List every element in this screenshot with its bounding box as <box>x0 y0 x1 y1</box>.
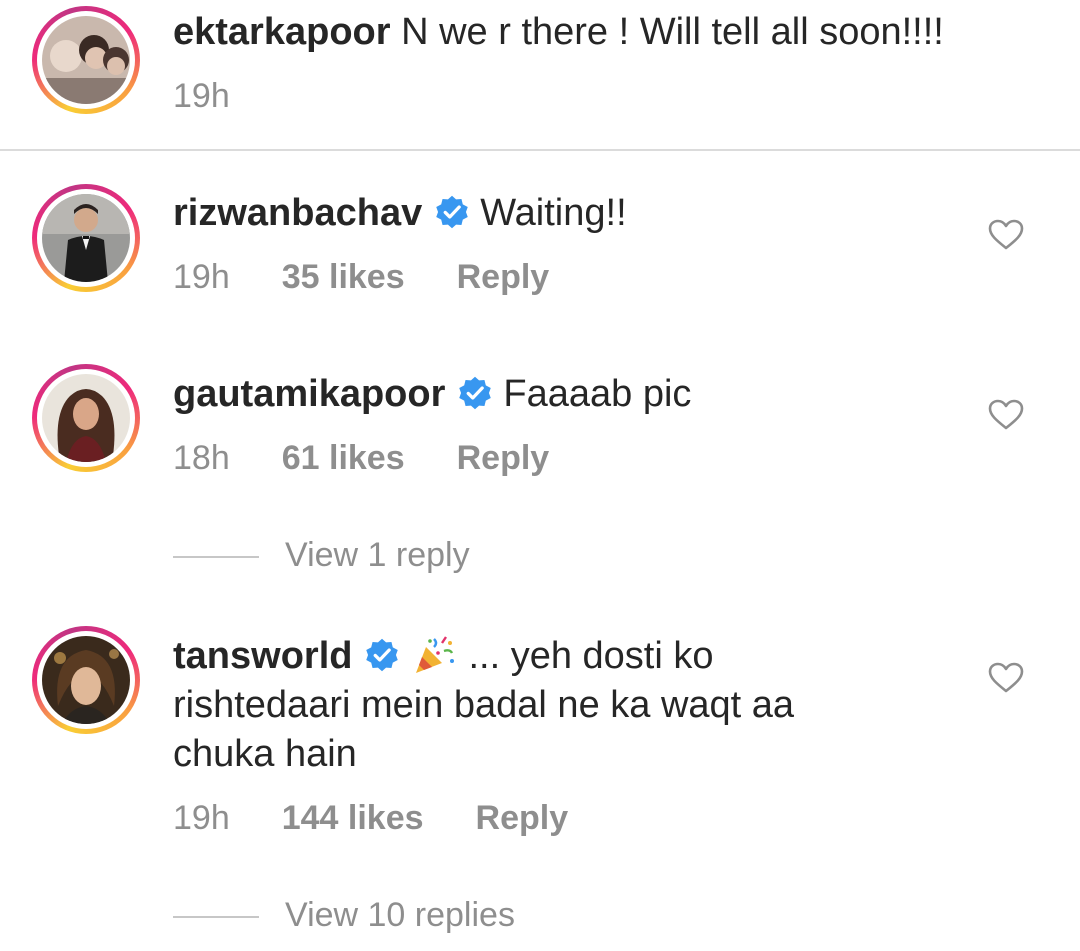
caption-text-line: ektarkapoor N we r there ! Will tell all… <box>173 9 944 55</box>
party-popper-icon <box>416 636 455 673</box>
comment-meta: 19h 144 likes Reply <box>173 798 568 838</box>
reply-button[interactable]: Reply <box>476 798 569 838</box>
comment-meta: 18h 61 likes Reply <box>173 438 549 478</box>
verified-badge-icon <box>366 638 399 672</box>
comment-meta: 19h 35 likes Reply <box>173 257 549 297</box>
likes-count[interactable]: 35 likes <box>282 257 405 297</box>
likes-count[interactable]: 61 likes <box>282 438 405 478</box>
avatar-photo-icon <box>42 374 130 462</box>
view-replies-line <box>173 556 259 559</box>
verified-badge-icon <box>459 376 492 410</box>
comment-avatar[interactable] <box>32 184 140 292</box>
view-replies-label: View 1 reply <box>285 536 470 574</box>
caption-text: N we r there ! Will tell all soon!!!! <box>401 11 944 53</box>
caption-avatar[interactable] <box>32 6 140 114</box>
caption-meta: 19h <box>173 76 230 116</box>
comment-time: 18h <box>173 439 230 477</box>
comment-text-line: gautamikapoor Faaaab pic <box>173 371 691 417</box>
avatar-photo-icon <box>42 16 130 104</box>
comment-username[interactable]: rizwanbachav <box>173 192 422 234</box>
comment-time: 19h <box>173 799 230 837</box>
avatar-photo-icon <box>42 194 130 282</box>
reply-button[interactable]: Reply <box>457 438 550 478</box>
comment-avatar[interactable] <box>32 626 140 734</box>
comment-time: 19h <box>173 258 230 296</box>
verified-badge-icon <box>436 195 468 229</box>
heart-outline-icon[interactable] <box>988 662 1024 694</box>
view-replies-line <box>173 916 259 919</box>
likes-count[interactable]: 144 likes <box>282 798 424 838</box>
caption-username[interactable]: ektarkapoor <box>173 11 391 53</box>
comment-text-line: tansworld ... yeh dosti ko <box>173 633 713 683</box>
view-replies-button[interactable]: View 10 replies <box>173 895 515 935</box>
caption-divider <box>0 149 1080 151</box>
avatar-photo-icon <box>42 636 130 724</box>
comment-avatar[interactable] <box>32 364 140 472</box>
reply-button[interactable]: Reply <box>457 257 550 297</box>
caption-time: 19h <box>173 77 230 115</box>
comment-username[interactable]: tansworld <box>173 635 352 677</box>
comment-text-line-2: rishtedaari mein badal ne ka waqt aa <box>173 684 795 726</box>
heart-outline-icon[interactable] <box>988 399 1024 431</box>
view-replies-button[interactable]: View 1 reply <box>173 535 470 575</box>
comment-text-line: rizwanbachav Waiting!! <box>173 190 627 236</box>
heart-outline-icon[interactable] <box>988 219 1024 251</box>
comment-text-line-3: chuka hain <box>173 733 357 775</box>
comment-text: Faaaab pic <box>503 373 692 415</box>
comment-text: Waiting!! <box>480 192 627 234</box>
comment-username[interactable]: gautamikapoor <box>173 373 445 415</box>
comment-text: ... yeh dosti ko <box>468 635 714 678</box>
view-replies-label: View 10 replies <box>285 896 515 934</box>
